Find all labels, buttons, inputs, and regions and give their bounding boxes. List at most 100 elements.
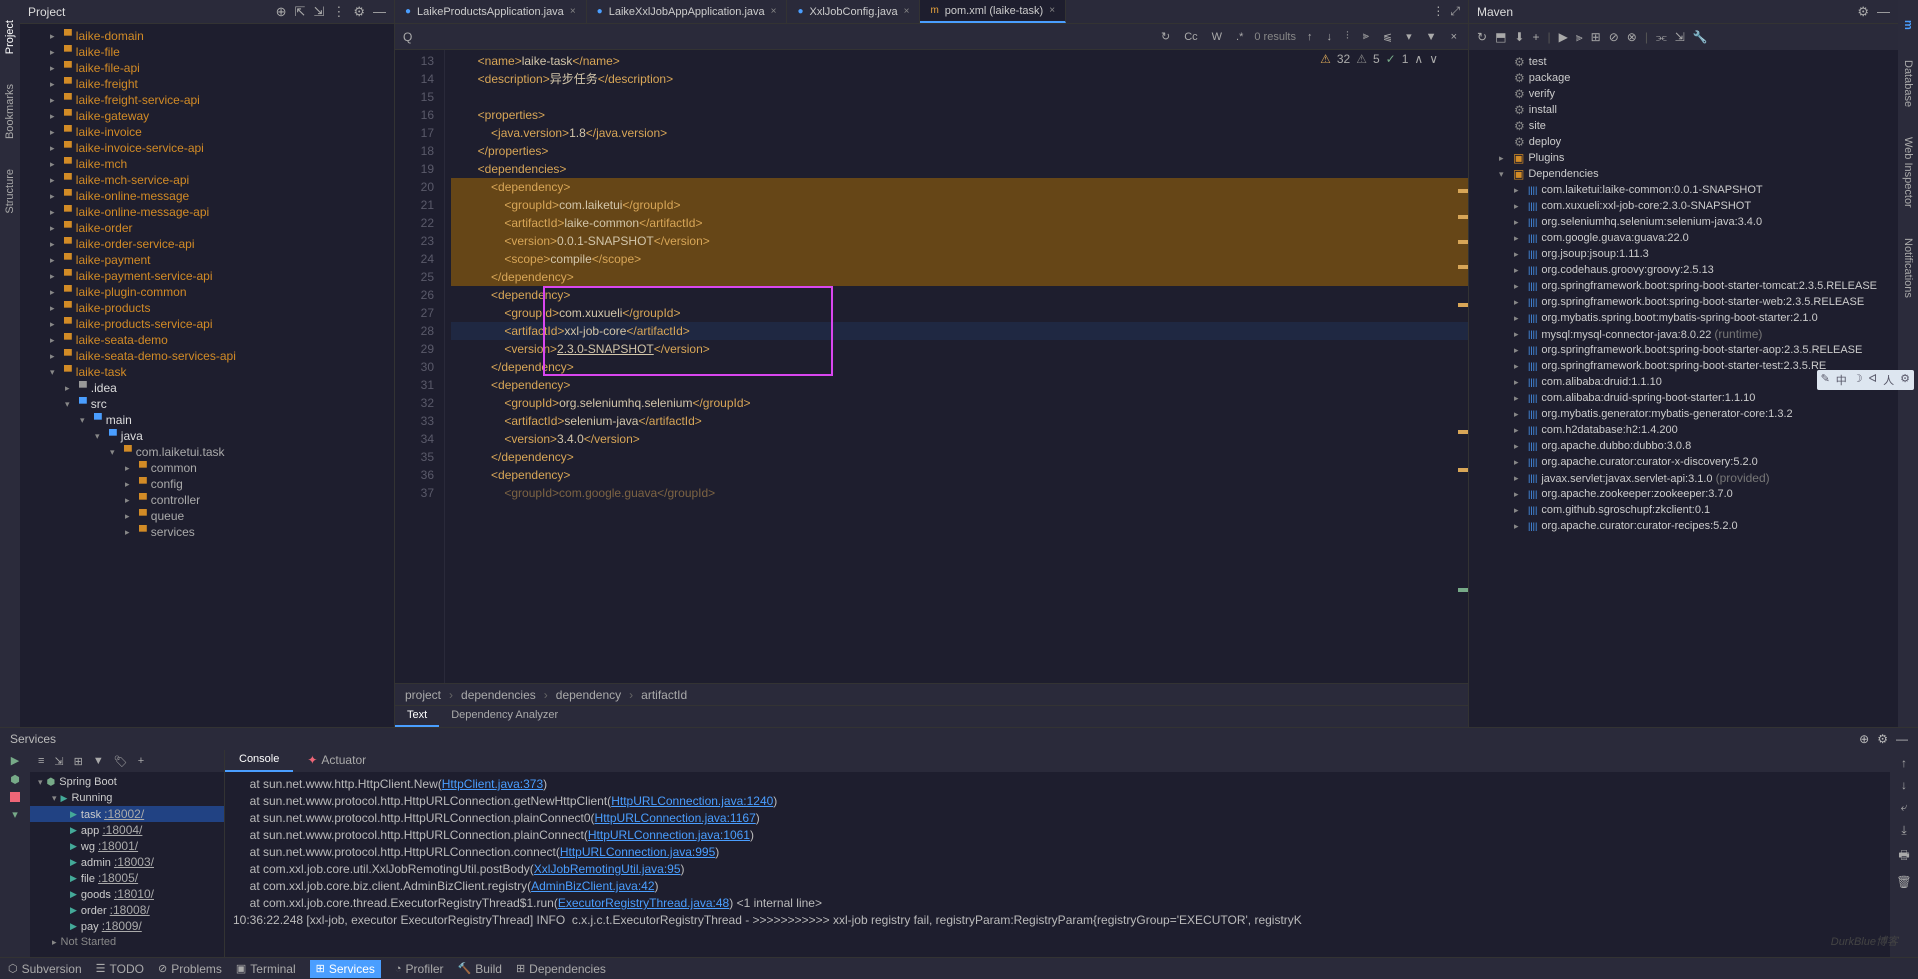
maven-goal[interactable]: ⚙verify [1469, 86, 1898, 102]
maven-dependency[interactable]: ▸||||com.laiketui:laike-common:0.0.1-SNA… [1469, 182, 1898, 198]
stacktrace-link[interactable]: HttpURLConnection.java:1240 [611, 794, 773, 808]
tab-text[interactable]: Text [395, 706, 439, 727]
filter-icon[interactable]: ▾ [12, 808, 18, 821]
tree-item[interactable]: ▸▀laike-file [20, 44, 394, 60]
line-gutter[interactable]: 1314151617181920212223242526272829303132… [395, 50, 445, 683]
maven-dependency[interactable]: ▸||||com.alibaba:druid-spring-boot-start… [1469, 390, 1898, 406]
sidebar-bookmarks[interactable]: Bookmarks [4, 84, 16, 139]
tree-item[interactable]: ▾▀com.laiketui.task [20, 444, 394, 460]
tree-item[interactable]: ▸▀laike-freight-service-api [20, 92, 394, 108]
collapse-icon[interactable]: ⇲ [54, 755, 63, 768]
code-editor[interactable]: ⚠32 ⚠5 ✓1 ∧∨ <name>laike-task</name> <de… [445, 50, 1468, 683]
svc-app[interactable]: ▶order :18008/ [30, 902, 224, 918]
scroll-down-icon[interactable]: ↓ [1901, 778, 1907, 792]
skip-icon[interactable]: ⊘ [1609, 30, 1619, 44]
svc-app[interactable]: ▶admin :18003/ [30, 854, 224, 870]
editor-tab[interactable]: ●XxlJobConfig.java× [787, 0, 920, 23]
console-tab[interactable]: Console [225, 750, 293, 772]
gear-icon[interactable]: ⚙ [353, 4, 365, 20]
maven-dependency[interactable]: ▸||||org.springframework.boot:spring-boo… [1469, 278, 1898, 294]
tree-item[interactable]: ▸▀laike-invoice-service-api [20, 140, 394, 156]
tool-icon[interactable]: 中 [1836, 372, 1847, 388]
tree-item[interactable]: ▸▀services [20, 524, 394, 540]
regex-icon[interactable]: .* [1233, 31, 1246, 43]
maven-goal[interactable]: ⚙site [1469, 118, 1898, 134]
svc-app[interactable]: ▶pay :18009/ [30, 918, 224, 934]
up-icon[interactable]: ↑ [1304, 31, 1316, 43]
funnel-icon[interactable]: ▼ [1423, 31, 1440, 43]
actuator-tab[interactable]: ✦Actuator [293, 750, 380, 772]
status-dependencies[interactable]: ⊞Dependencies [516, 962, 606, 976]
svc-notstarted[interactable]: ▸Not Started [30, 934, 224, 950]
tool-icon[interactable]: ✎ [1821, 372, 1830, 388]
maven-dependency[interactable]: ▸||||org.apache.curator:curator-x-discov… [1469, 454, 1898, 470]
maven-dependency[interactable]: ▸||||javax.servlet:javax.servlet-api:3.1… [1469, 470, 1898, 486]
tree-item[interactable]: ▸▀laike-online-message [20, 188, 394, 204]
sidebar-webinspector[interactable]: Web Inspector [1902, 137, 1914, 208]
svc-app[interactable]: ▶goods :18010/ [30, 886, 224, 902]
editor-tab[interactable]: mpom.xml (laike-task)× [920, 0, 1066, 23]
sidebar-maven[interactable]: m [1902, 20, 1914, 30]
tree-item[interactable]: ▸▀laike-products [20, 300, 394, 316]
stacktrace-link[interactable]: HttpURLConnection.java:1061 [588, 828, 750, 842]
maven-dependency[interactable]: ▸||||org.mybatis.generator:mybatis-gener… [1469, 406, 1898, 422]
match-case-icon[interactable]: Cc [1181, 31, 1200, 43]
tree-item[interactable]: ▸▀config [20, 476, 394, 492]
breadcrumb-item[interactable]: dependency [556, 688, 621, 702]
words-icon[interactable]: W [1209, 31, 1225, 43]
breadcrumb-item[interactable]: artifactId [641, 688, 687, 702]
maven-goal[interactable]: ⚙package [1469, 70, 1898, 86]
maven-dependency[interactable]: ▸||||com.h2database:h2:1.4.200 [1469, 422, 1898, 438]
print-icon[interactable]: 🖶 [1898, 846, 1909, 867]
svc-app[interactable]: ▶file :18005/ [30, 870, 224, 886]
generate-icon[interactable]: ⬒ [1495, 30, 1506, 44]
more-tabs-icon[interactable]: ⋮ [1432, 4, 1444, 19]
maven-dependency[interactable]: ▸||||com.github.sgroschupf:zkclient:0.1 [1469, 502, 1898, 518]
tab-dependency-analyzer[interactable]: Dependency Analyzer [439, 706, 570, 727]
maven-dependency[interactable]: ▸||||org.springframework.boot:spring-boo… [1469, 294, 1898, 310]
status-profiler[interactable]: ◔Profiler [395, 962, 444, 976]
soft-wrap-icon[interactable]: ⤶ [1901, 800, 1908, 815]
scroll-end-icon[interactable]: ⤓ [1901, 823, 1906, 838]
sidebar-database[interactable]: Database [1902, 60, 1914, 107]
maven-dependency[interactable]: ▸||||org.jsoup:jsoup:1.11.3 [1469, 246, 1898, 262]
collapse-icon[interactable]: ⇲ [313, 4, 324, 20]
status-terminal[interactable]: ▣Terminal [236, 962, 296, 976]
svc-locate-icon[interactable]: ⊕ [1859, 732, 1869, 746]
add-service-icon[interactable]: + [138, 755, 144, 767]
maven-goal[interactable]: ⚙deploy [1469, 134, 1898, 150]
svc-hide-icon[interactable]: — [1896, 732, 1908, 746]
svc-root[interactable]: ▾⬢Spring Boot [30, 774, 224, 790]
tree-item[interactable]: ▸▀.idea [20, 380, 394, 396]
group-icon[interactable]: ⊞ [74, 755, 83, 768]
prev-occurrence-icon[interactable]: ↻ [1158, 30, 1173, 43]
filter-icon[interactable]: ▾ [1403, 30, 1415, 43]
maven-dependency[interactable]: ▸||||com.xuxueli:xxl-job-core:2.3.0-SNAP… [1469, 198, 1898, 214]
run-icon[interactable]: ▶ [1559, 30, 1568, 44]
maven-node[interactable]: ▾▣Dependencies [1469, 166, 1898, 182]
debug-icon[interactable]: ⬢ [10, 773, 20, 786]
reimport-icon[interactable]: ↻ [1477, 30, 1487, 44]
error-stripe[interactable] [1458, 50, 1468, 683]
tag-icon[interactable]: 🏷 [114, 755, 128, 768]
editor-tab[interactable]: ●LaikeXxlJobAppApplication.java× [587, 0, 788, 23]
stacktrace-link[interactable]: AdminBizClient.java:42 [531, 879, 654, 893]
collapse-all-icon[interactable]: ⇲ [1675, 30, 1685, 44]
close-icon[interactable]: × [570, 6, 576, 17]
show-deps-icon[interactable]: ⫘ [1656, 30, 1667, 45]
tool-icon[interactable]: ☽ [1853, 372, 1863, 388]
wrench-icon[interactable]: 🔧 [1693, 30, 1708, 44]
status-services[interactable]: ⊞Services [310, 960, 381, 978]
maven-goal[interactable]: ⚙install [1469, 102, 1898, 118]
maven-dependency[interactable]: ▸||||org.apache.dubbo:dubbo:3.0.8 [1469, 438, 1898, 454]
project-tree[interactable]: ▸▀laike-domain▸▀laike-file▸▀laike-file-a… [20, 24, 394, 727]
maven-goal[interactable]: ⚙test [1469, 54, 1898, 70]
tree-item[interactable]: ▸▀queue [20, 508, 394, 524]
tree-item[interactable]: ▸▀laike-order-service-api [20, 236, 394, 252]
down-icon[interactable]: ↓ [1323, 31, 1335, 43]
tree-item[interactable]: ▸▀laike-order [20, 220, 394, 236]
close-search-icon[interactable]: × [1448, 31, 1460, 43]
tool-icon[interactable]: ⚙ [1900, 372, 1910, 388]
tree-item[interactable]: ▸▀laike-mch [20, 156, 394, 172]
tree-item[interactable]: ▸▀laike-gateway [20, 108, 394, 124]
